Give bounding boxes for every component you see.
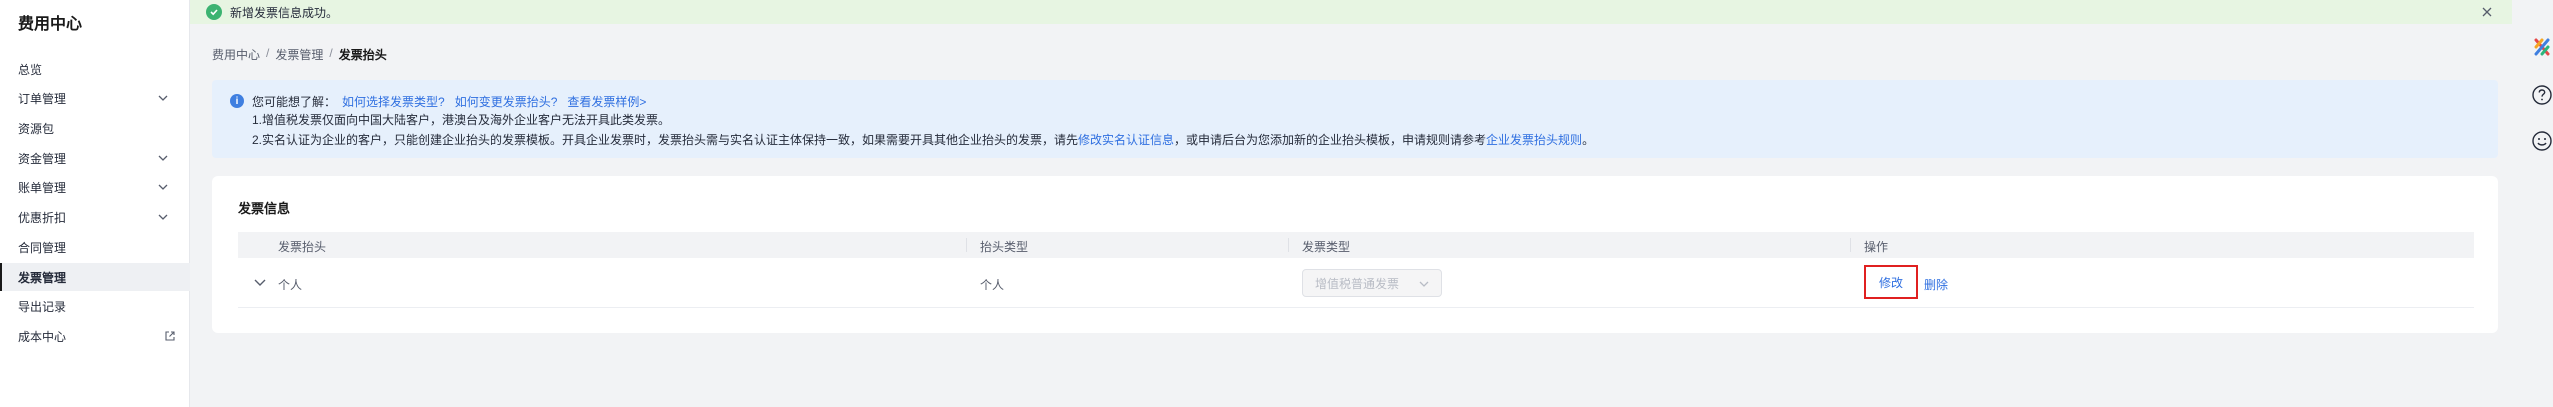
- sidebar-item-resource-packs[interactable]: 资源包: [0, 114, 190, 142]
- sidebar-item-funds[interactable]: 资金管理: [0, 144, 190, 172]
- edit-button[interactable]: 修改: [1864, 265, 1918, 299]
- chevron-down-icon: [158, 214, 168, 220]
- column-header-invoice-title: 发票抬头: [278, 240, 327, 254]
- sidebar-item-bills[interactable]: 账单管理: [0, 173, 190, 201]
- info-line-1: 1.增值税发票仅面向中国大陆客户，港澳台及海外企业客户无法开具此类发票。: [252, 113, 671, 127]
- chevron-down-icon: [1419, 281, 1429, 287]
- info-notice: i 您可能想了解： 如何选择发票类型? 如何变更发票抬头? 查看发票样例> 1.…: [212, 80, 2498, 158]
- invoice-type-value: 增值税普通发票: [1315, 276, 1400, 291]
- card-title: 发票信息: [238, 201, 291, 216]
- success-check-icon: [206, 4, 222, 20]
- column-header-title-type: 抬头类型: [980, 240, 1029, 254]
- external-link-icon: [165, 331, 175, 341]
- help-icon[interactable]: [2531, 84, 2553, 106]
- column-divider: [1850, 238, 1851, 252]
- cell-invoice-title: 个人: [278, 278, 303, 292]
- sidebar-item-label: 账单管理: [18, 180, 67, 195]
- table-header: 发票抬头 抬头类型 发票类型 操作: [238, 232, 2474, 258]
- sidebar-item-cost-center[interactable]: 成本中心: [0, 322, 190, 350]
- sidebar-item-orders[interactable]: 订单管理: [0, 84, 190, 112]
- sidebar-item-label: 成本中心: [18, 329, 67, 344]
- breadcrumb: 费用中心 / 发票管理 / 发票抬头: [212, 46, 387, 63]
- ai-assistant-icon[interactable]: [2531, 36, 2553, 58]
- cell-title-type: 个人: [980, 278, 1005, 292]
- table-row: 个人 个人 增值税普通发票 修改 删除: [238, 258, 2474, 308]
- link-enterprise-title-rules[interactable]: 企业发票抬头规则: [1486, 133, 1582, 147]
- chevron-down-icon: [158, 184, 168, 190]
- link-how-to-change-invoice-title[interactable]: 如何变更发票抬头?: [455, 93, 558, 110]
- sidebar-item-contracts[interactable]: 合同管理: [0, 233, 190, 261]
- sidebar-item-overview[interactable]: 总览: [0, 55, 190, 83]
- sidebar-item-export-records[interactable]: 导出记录: [0, 292, 190, 320]
- chevron-down-icon[interactable]: [254, 278, 266, 288]
- link-modify-realname-info[interactable]: 修改实名认证信息: [1078, 133, 1174, 147]
- sidebar-item-invoices[interactable]: 发票管理: [0, 263, 190, 291]
- sidebar-item-label: 订单管理: [18, 91, 67, 106]
- info-line-2: 2.实名认证为企业的客户，只能创建企业抬头的发票模板。开具企业发票时，发票抬头需…: [252, 130, 2482, 150]
- sidebar-item-label: 导出记录: [18, 299, 67, 314]
- sidebar-item-label: 资金管理: [18, 151, 67, 166]
- breadcrumb-separator: /: [329, 46, 333, 60]
- sidebar-title: 费用中心: [18, 16, 83, 33]
- sidebar-item-discounts[interactable]: 优惠折扣: [0, 203, 190, 231]
- sidebar-item-label: 合同管理: [18, 240, 67, 255]
- banner-message: 新增发票信息成功。: [230, 5, 339, 20]
- invoice-type-select: 增值税普通发票: [1302, 269, 1442, 297]
- chevron-down-icon: [158, 155, 168, 161]
- delete-button[interactable]: 删除: [1924, 276, 1948, 293]
- breadcrumb-item-current: 发票抬头: [338, 48, 387, 62]
- sidebar-item-label: 总览: [18, 62, 43, 77]
- column-divider: [1288, 238, 1289, 252]
- feedback-smile-icon[interactable]: [2531, 130, 2553, 152]
- invoice-info-card: 发票信息 发票抬头 抬头类型 发票类型 操作 个人 个人 增值税普通发票 修改 …: [212, 176, 2498, 333]
- column-header-actions: 操作: [1864, 240, 1889, 254]
- sidebar: 费用中心 总览 订单管理 资源包 资金管理 账单管理 优惠折扣 合同管理 发票管…: [0, 0, 190, 407]
- info-icon: i: [230, 94, 244, 108]
- sidebar-item-label: 发票管理: [18, 270, 67, 285]
- info-line-2-text: ，或申请后台为您添加新的企业抬头模板，申请规则请参考: [1174, 133, 1487, 147]
- chevron-down-icon: [158, 95, 168, 101]
- success-banner: 新增发票信息成功。: [190, 0, 2512, 24]
- info-line-2-text: 。: [1582, 133, 1595, 147]
- breadcrumb-separator: /: [266, 46, 270, 60]
- link-how-to-choose-invoice-type[interactable]: 如何选择发票类型?: [342, 93, 445, 110]
- link-view-invoice-samples[interactable]: 查看发票样例>: [567, 93, 646, 110]
- sidebar-item-label: 优惠折扣: [18, 210, 67, 225]
- close-icon[interactable]: [2480, 5, 2494, 19]
- breadcrumb-item-invoice-management[interactable]: 发票管理: [275, 46, 323, 63]
- breadcrumb-item-fee-center[interactable]: 费用中心: [212, 46, 260, 63]
- column-divider: [966, 238, 967, 252]
- sidebar-item-label: 资源包: [18, 121, 55, 136]
- info-line-2-text: 2.实名认证为企业的客户，只能创建企业抬头的发票模板。开具企业发票时，发票抬头需…: [252, 133, 1079, 147]
- info-prompt: 您可能想了解：: [252, 94, 337, 109]
- column-header-invoice-type: 发票类型: [1302, 240, 1351, 254]
